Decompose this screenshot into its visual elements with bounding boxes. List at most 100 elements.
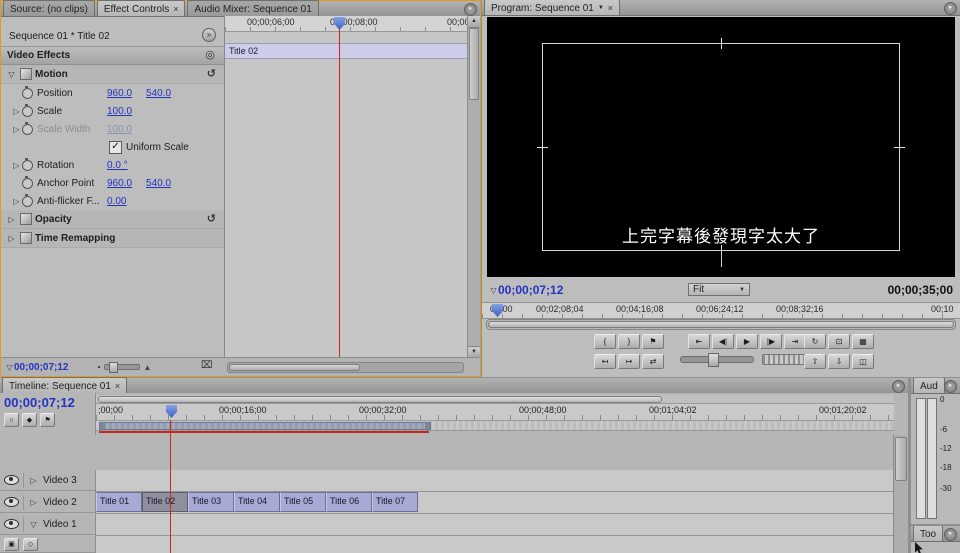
expander-icon[interactable]: ▷ — [11, 197, 22, 206]
extract-button[interactable]: ⇩ — [828, 354, 850, 369]
uniform-scale-checkbox[interactable]: ✓ — [109, 141, 122, 154]
visibility-icon[interactable] — [4, 497, 19, 507]
close-icon[interactable]: × — [608, 3, 613, 13]
play-in-to-out-button[interactable]: ⇄ — [642, 354, 664, 369]
work-area-segment[interactable] — [99, 422, 431, 430]
tab-source[interactable]: Source: (no clips) — [3, 0, 95, 16]
keyframes-icon[interactable]: ◇ — [23, 538, 38, 551]
timeline-timecode[interactable]: 00;00;07;12 — [0, 393, 95, 410]
expander-icon[interactable]: ▷ — [11, 161, 22, 170]
tab-program[interactable]: Program: Sequence 01 ▼ × — [484, 0, 620, 15]
toggle-animation-icon[interactable] — [22, 88, 33, 99]
panel-menu-icon[interactable]: ▸ — [944, 2, 957, 15]
visibility-icon[interactable] — [4, 475, 19, 485]
timeline-clip[interactable]: Title 03 — [188, 492, 234, 512]
set-marker-button[interactable]: ⚑ — [642, 334, 664, 349]
zoom-out-icon[interactable]: ▲ — [96, 364, 101, 370]
go-to-previous-edit-button[interactable]: ⇤ — [688, 334, 710, 349]
display-style-icon[interactable]: ▣ — [4, 538, 19, 551]
safe-margins-button[interactable]: ⊡ — [828, 334, 850, 349]
collapse-icon[interactable]: ▽ — [489, 286, 498, 295]
viewing-area-bar[interactable] — [486, 319, 956, 330]
reset-icon[interactable]: ↺ — [207, 67, 216, 80]
zoom-in-icon[interactable]: ▲ — [143, 363, 151, 372]
expander-icon[interactable]: ▷ — [6, 234, 17, 243]
expander-icon[interactable]: ▷ — [11, 107, 22, 116]
go-to-in-button[interactable]: ↤ — [594, 354, 616, 369]
tab-audio-mixer[interactable]: Audio Mixer: Sequence 01 — [187, 0, 318, 16]
expander-icon[interactable]: ▷ — [28, 498, 39, 507]
track-video3-body[interactable] — [95, 470, 894, 492]
close-icon[interactable]: × — [115, 381, 120, 391]
go-to-out-button[interactable]: ↦ — [618, 354, 640, 369]
trim-button[interactable]: ◫ — [852, 354, 874, 369]
scale-value[interactable]: 100.0 — [107, 106, 132, 117]
track-video1-keyframe-body[interactable] — [95, 536, 894, 553]
time-remapping-effect-header[interactable]: ▷ Time Remapping — [1, 229, 224, 248]
timeline-clip[interactable]: Title 01 — [96, 492, 142, 512]
snap-button[interactable]: ∩ — [4, 413, 19, 427]
fit-select[interactable]: Fit ▼ — [688, 283, 750, 296]
panel-menu-icon[interactable]: ▸ — [464, 3, 477, 16]
program-ruler[interactable]: 00;0000;02;08;0400;04;16;0800;06;24;1200… — [482, 302, 960, 319]
set-chapter-marker-button[interactable]: ◆ — [22, 413, 37, 427]
motion-effect-header[interactable]: ▽ Motion ↺ — [1, 65, 224, 84]
work-area-handle-right[interactable] — [425, 423, 430, 429]
program-current-timecode[interactable]: 00;00;07;12 — [498, 283, 563, 297]
set-in-button[interactable]: { — [594, 334, 616, 349]
track-video1-header[interactable]: ▽ Video 1 — [0, 514, 95, 535]
work-area-handle-left[interactable] — [100, 423, 105, 429]
panel-menu-icon[interactable]: ▸ — [944, 380, 957, 393]
timeline-ruler[interactable]: ;00;0000;00;16;0000;00;32;0000;00;48;000… — [95, 393, 894, 435]
toggle-animation-icon[interactable] — [22, 196, 33, 207]
tab-effect-controls[interactable]: Effect Controls × — [97, 0, 186, 16]
track-video3-header[interactable]: ▷ Video 3 — [0, 470, 95, 491]
position-x-value[interactable]: 960.0 — [107, 88, 132, 99]
scrollbar-thumb[interactable] — [895, 437, 907, 481]
anchor-y-value[interactable]: 540.0 — [146, 178, 171, 189]
h-scrollbar[interactable] — [227, 362, 464, 373]
effects-badge-icon[interactable]: ◎ — [204, 49, 216, 61]
rotation-value[interactable]: 0.0 ° — [107, 160, 128, 171]
panel-menu-icon[interactable]: ▸ — [944, 528, 957, 541]
step-forward-button[interactable]: |▶ — [760, 334, 782, 349]
opacity-effect-header[interactable]: ▷ Opacity ↺ — [1, 210, 224, 229]
current-timecode[interactable]: 00;00;07;12 — [14, 362, 68, 373]
close-icon[interactable]: × — [173, 4, 178, 14]
collapse-effects-icon[interactable]: » — [202, 28, 216, 42]
loop-button[interactable]: ↻ — [804, 334, 826, 349]
timeline-clip[interactable]: Title 04 — [234, 492, 280, 512]
tab-timeline[interactable]: Timeline: Sequence 01 × — [2, 377, 127, 393]
work-area-bar[interactable] — [96, 421, 894, 431]
anti-flicker-value[interactable]: 0.00 — [107, 196, 126, 207]
track-video1-body[interactable] — [95, 514, 894, 536]
effect-timeline[interactable]: 00;00;06;0000;00;08;0000;00 Title 02 — [225, 16, 468, 358]
v-scrollbar[interactable] — [893, 435, 908, 553]
viewing-area-thumb[interactable] — [98, 396, 662, 403]
lift-button[interactable]: ⇧ — [804, 354, 826, 369]
timeline-clip[interactable]: Title 05 — [280, 492, 326, 512]
toggle-animation-icon[interactable] — [22, 106, 33, 117]
zoom-slider-thumb[interactable] — [109, 362, 118, 373]
position-y-value[interactable]: 540.0 — [146, 88, 171, 99]
set-marker-button[interactable]: ⚑ — [40, 413, 55, 427]
timeline-clip[interactable]: Title 02 — [142, 492, 188, 512]
shuttle-thumb[interactable] — [708, 353, 719, 367]
expander-icon[interactable]: ▽ — [6, 70, 17, 79]
selection-tool-button[interactable] — [914, 542, 929, 553]
set-out-button[interactable]: } — [618, 334, 640, 349]
timeline-clip[interactable]: Title 06 — [326, 492, 372, 512]
track-video2-body[interactable]: Title 01Title 02Title 03Title 04Title 05… — [95, 492, 894, 514]
visibility-icon[interactable] — [4, 519, 19, 529]
timeline-ruler-numbers[interactable]: ;00;0000;00;16;0000;00;32;0000;00;48;000… — [96, 404, 894, 421]
output-button[interactable]: ▦ — [852, 334, 874, 349]
scrollbar-thumb[interactable] — [469, 28, 479, 100]
tab-audio-master[interactable]: Aud — [913, 378, 945, 393]
collapse-icon[interactable]: ▽ — [5, 363, 14, 372]
viewing-area-bar[interactable] — [96, 395, 894, 404]
scrollbar-thumb[interactable] — [229, 364, 360, 371]
monitor-dropdown-icon[interactable]: ▼ — [598, 5, 604, 11]
expander-icon[interactable]: ▽ — [28, 520, 39, 529]
program-video[interactable]: 上完字幕後發現字太大了 — [487, 17, 955, 277]
v-scrollbar[interactable]: ▲ ▼ — [467, 16, 480, 358]
